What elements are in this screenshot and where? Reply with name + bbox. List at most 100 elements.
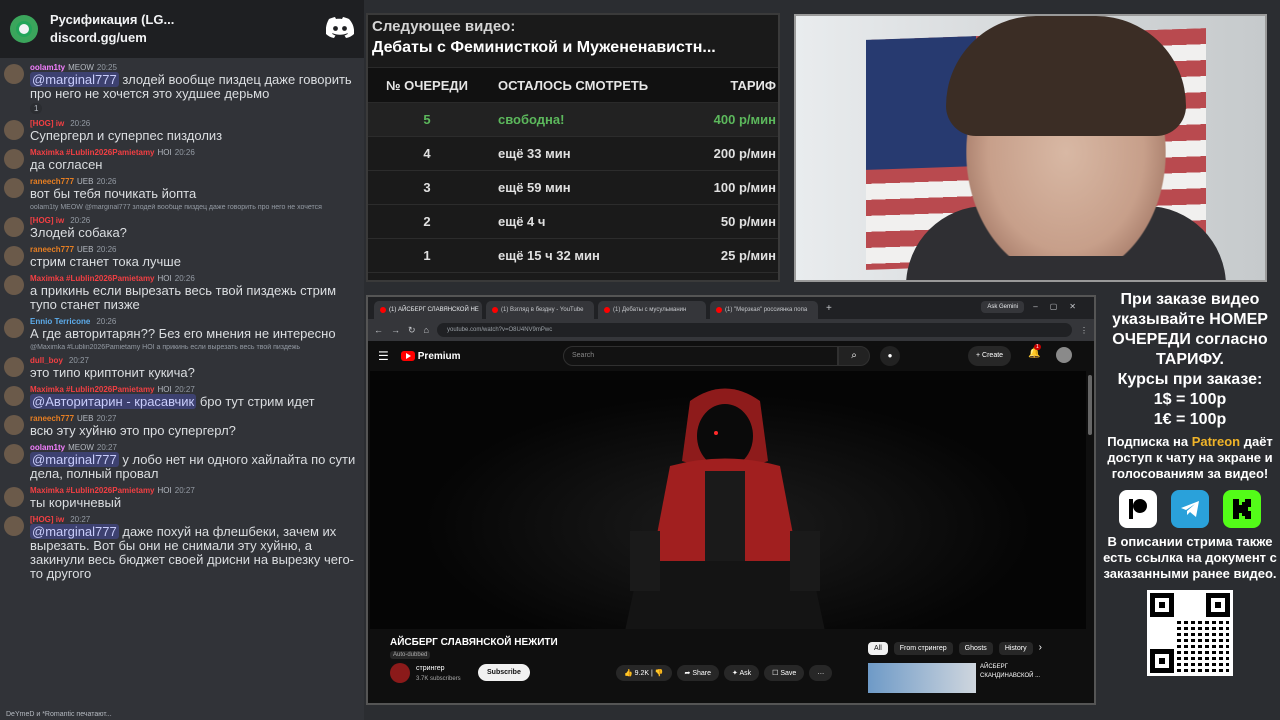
username[interactable]: Maximka #Lublin2026Pamietamy	[30, 385, 155, 394]
create-button[interactable]: + Create	[968, 346, 1012, 366]
chip-all[interactable]: All	[868, 642, 888, 655]
chat-message: raneech777 UEB 20:26 стрим станет тока лучш…	[4, 244, 360, 269]
server-invite-link[interactable]: discord.gg/uem	[50, 29, 174, 47]
mention[interactable]: @Авторитарин - красавчик	[30, 394, 197, 409]
chip-ghosts[interactable]: Ghosts	[958, 642, 993, 655]
share-button[interactable]: ➦ Share	[676, 665, 720, 681]
window-controls[interactable]: –▢✕	[1033, 302, 1088, 311]
username[interactable]: oolam1ty	[30, 443, 65, 452]
reload-icon[interactable]: ↻	[408, 325, 416, 336]
username[interactable]: raneech777	[30, 414, 74, 423]
user-tag: HOI	[157, 148, 172, 157]
message-text: это типо криптонит кукича?	[30, 365, 195, 380]
url-input[interactable]: youtube.com/watch?v=O8U4NV9mPwc	[436, 323, 1072, 337]
queue-row: 3 ещё 59 мин 100 р/мин	[368, 171, 778, 205]
username[interactable]: Maximka #Lublin2026Pamietamy	[30, 486, 155, 495]
search-icon[interactable]: ⌕	[838, 346, 870, 366]
forward-icon[interactable]: →	[391, 325, 400, 335]
back-icon[interactable]: ←	[374, 325, 383, 335]
browser-tab[interactable]: (1) АЙСБЕРГ СЛАВЯНСКОЙ НЕ	[374, 301, 482, 319]
browser-tab[interactable]: (1) "Мерзкая" россиянка попа	[710, 301, 818, 319]
recommended-video-thumbnail[interactable]	[868, 663, 976, 693]
username[interactable]: [HOG] iw	[30, 216, 64, 225]
extensions-icon[interactable]: ⋮	[1080, 326, 1088, 335]
chip-history[interactable]: History	[998, 642, 1033, 655]
avatar[interactable]	[4, 357, 24, 377]
ask-gemini-button[interactable]: Ask Gemini	[981, 301, 1024, 313]
user-tag: UEB	[77, 414, 94, 423]
mic-icon[interactable]: ●	[880, 346, 900, 366]
search-input[interactable]: Search	[563, 346, 838, 366]
chat-message: [HOG] iw 20:26 Злодей собака?	[4, 215, 360, 240]
avatar[interactable]	[4, 275, 24, 295]
chevron-right-icon[interactable]: ›	[1039, 642, 1042, 655]
username[interactable]: Maximka #Lublin2026Pamietamy	[30, 274, 155, 283]
discord-chat-overlay: Русификация (LG... discord.gg/uem oolam1…	[0, 0, 364, 720]
username[interactable]: Maximka #Lublin2026Pamietamy	[30, 148, 155, 157]
channel-avatar[interactable]	[390, 663, 410, 683]
mention[interactable]: @marginal777	[30, 452, 119, 467]
bell-icon[interactable]: 🔔 1	[1028, 344, 1041, 359]
like-button[interactable]: 👍 9.2K | 👎	[616, 665, 672, 681]
new-tab-button[interactable]: +	[826, 303, 832, 314]
avatar[interactable]	[1056, 347, 1072, 363]
save-button[interactable]: ☐ Save	[764, 665, 805, 681]
timestamp: 20:27	[96, 443, 117, 452]
page-scrollbar[interactable]	[1088, 375, 1092, 435]
username[interactable]: dull_boy	[30, 356, 63, 365]
avatar[interactable]	[4, 120, 24, 140]
notification-badge: 1	[1034, 344, 1041, 350]
username[interactable]: Ennio Terricone	[30, 317, 90, 326]
time-left: ещё 59 мин	[498, 180, 571, 195]
avatar[interactable]	[4, 444, 24, 464]
youtube-logo[interactable]: Premium	[400, 351, 461, 362]
avatar[interactable]	[4, 246, 24, 266]
username[interactable]: [HOG] iw	[30, 515, 64, 524]
browser-tab[interactable]: (1) Дебаты с мусульманин	[598, 301, 706, 319]
subscribe-button[interactable]: Subscribe	[478, 664, 530, 681]
header-time-left: ОСТАЛОСЬ СМОТРЕТЬ	[498, 77, 649, 93]
timestamp: 20:26	[70, 216, 91, 225]
timestamp: 20:27	[96, 414, 117, 423]
video-title: АЙСБЕРГ СЛАВЯНСКОЙ НЕЖИТИ	[390, 637, 558, 648]
time-left: ещё 33 мин	[498, 146, 571, 161]
video-player[interactable]	[370, 371, 1086, 629]
avatar[interactable]	[4, 386, 24, 406]
home-icon[interactable]: ⌂	[424, 325, 429, 335]
reply-preview[interactable]: oolam1ty MEOW @marginal777 злодей вообще…	[4, 204, 360, 211]
user-tag: UEB	[77, 177, 94, 186]
username[interactable]: oolam1ty	[30, 63, 65, 72]
avatar[interactable]	[4, 149, 24, 169]
avatar[interactable]	[4, 318, 24, 338]
channel-name[interactable]: стрингер	[416, 665, 445, 672]
avatar[interactable]	[4, 64, 24, 84]
timestamp: 20:27	[70, 515, 91, 524]
reaction-count[interactable]: 1	[30, 103, 43, 114]
mention[interactable]: @marginal777	[30, 72, 119, 87]
browser-tab[interactable]: (1) Взгляд в бездну - YouTube	[486, 301, 594, 319]
description-note: В описании стрима также есть ссылка на д…	[1103, 534, 1277, 581]
username[interactable]: raneech777	[30, 245, 74, 254]
order-instructions: При заказе видео указывайте НОМЕР ОЧЕРЕД…	[1112, 291, 1268, 368]
queue-row: 1 ещё 15 ч 32 мин 25 р/мин	[368, 239, 778, 273]
patreon-label: Patreon	[1191, 434, 1241, 449]
username[interactable]: raneech777	[30, 177, 74, 186]
chip-from-channel[interactable]: From стрингер	[893, 642, 953, 655]
browser-window: (1) АЙСБЕРГ СЛАВЯНСКОЙ НЕ (1) Взгляд в б…	[366, 295, 1096, 705]
message-text: ты коричневый	[30, 495, 122, 510]
reply-preview[interactable]: @Maximka #Lublin2026Pamietamy HOI а прик…	[4, 344, 360, 351]
ask-button[interactable]: ✦ Ask	[724, 665, 760, 681]
video-thumbnail-hooded-figure	[625, 388, 825, 629]
avatar[interactable]	[4, 415, 24, 435]
menu-icon[interactable]: ☰	[378, 349, 389, 363]
message-text: А где авторитарян?? Без его мнения не ин…	[30, 326, 336, 341]
avatar[interactable]	[4, 516, 24, 536]
avatar[interactable]	[4, 487, 24, 507]
recommended-video-title[interactable]: АЙСБЕРГ СКАНДИНАВСКОЙ ...	[980, 663, 1060, 681]
avatar[interactable]	[4, 178, 24, 198]
mention[interactable]: @marginal777	[30, 524, 119, 539]
avatar[interactable]	[4, 217, 24, 237]
more-icon[interactable]: …	[809, 665, 833, 681]
chat-message: Maximka #Lublin2026Pamietamy HOI 20:26 да с…	[4, 147, 360, 172]
username[interactable]: [HOG] iw	[30, 119, 64, 128]
